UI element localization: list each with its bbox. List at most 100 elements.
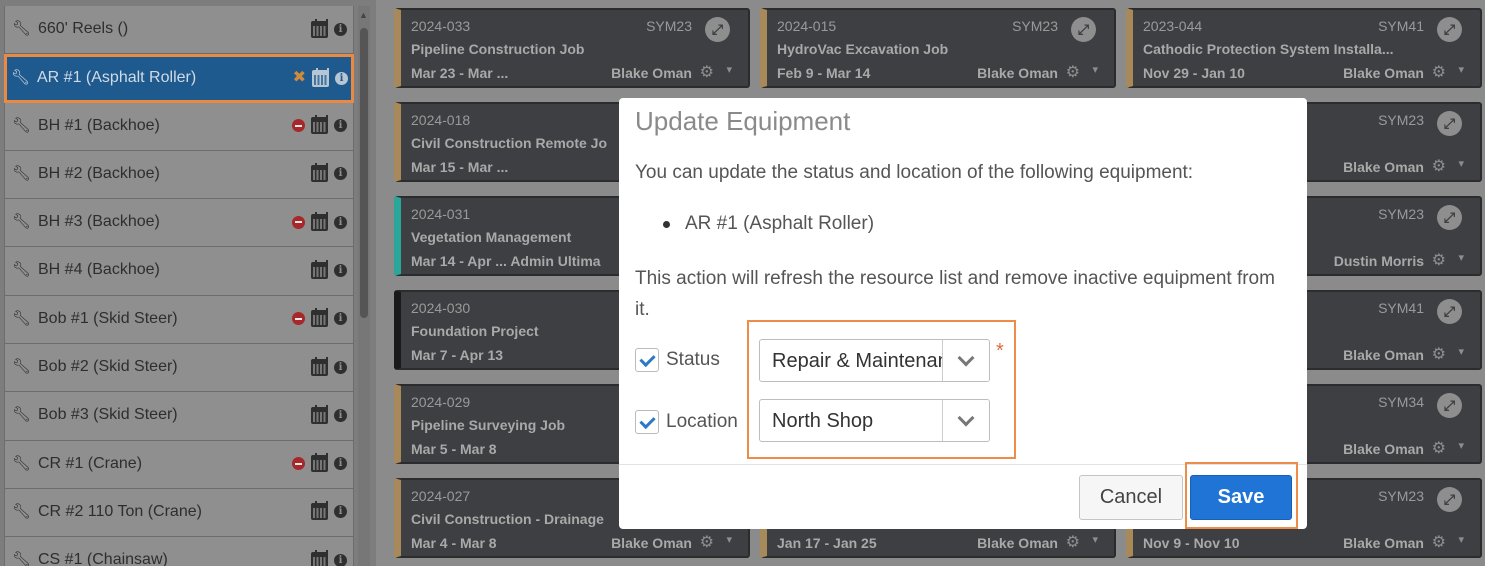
calendar-icon[interactable] xyxy=(311,308,328,328)
chevron-down-icon[interactable]: ▾ xyxy=(1458,251,1464,264)
resource-item[interactable]: 🔧︎ BH #4 (Backhoe) i xyxy=(4,247,354,296)
resource-item[interactable]: 🔧︎ CR #2 110 Ton (Crane) i xyxy=(4,488,354,538)
resource-item[interactable]: 🔧︎ BH #1 (Backhoe) i xyxy=(4,102,354,151)
info-icon[interactable]: i xyxy=(334,360,347,374)
calendar-icon[interactable] xyxy=(312,67,329,87)
chevron-down-icon[interactable] xyxy=(942,400,989,441)
gear-icon[interactable]: ⚙ xyxy=(1066,62,1080,82)
resource-actions: i xyxy=(311,549,347,566)
job-symbol: SYM34 xyxy=(1378,394,1424,410)
info-icon[interactable]: i xyxy=(334,167,347,181)
gear-icon[interactable]: ⚙ xyxy=(1432,438,1446,458)
chevron-down-icon[interactable]: ▾ xyxy=(1092,63,1098,76)
dialog-description: You can update the status and location o… xyxy=(635,162,1194,183)
resource-actions: i xyxy=(311,163,347,183)
info-icon[interactable]: i xyxy=(334,119,347,133)
job-symbol: SYM41 xyxy=(1378,18,1424,34)
chevron-down-icon[interactable]: ▾ xyxy=(1458,345,1464,358)
save-button[interactable]: Save xyxy=(1190,475,1292,520)
equipment-name: AR #1 (Asphalt Roller) xyxy=(685,213,875,234)
resource-item[interactable]: 🔧︎ Bob #2 (Skid Steer) i xyxy=(4,344,354,393)
info-icon[interactable]: i xyxy=(334,457,347,471)
resource-item[interactable]: 🔧︎ BH #3 (Backhoe) i xyxy=(4,199,354,248)
expand-icon[interactable]: ⤢ xyxy=(705,17,730,42)
gear-icon[interactable]: ⚙ xyxy=(700,62,714,82)
calendar-icon[interactable] xyxy=(311,115,328,135)
gear-icon[interactable]: ⚙ xyxy=(1432,156,1446,176)
expand-icon[interactable]: ⤢ xyxy=(1437,299,1462,324)
info-icon[interactable]: i xyxy=(334,408,347,422)
job-dates: Nov 29 - Jan 10 xyxy=(1143,65,1245,81)
calendar-icon[interactable] xyxy=(311,501,328,521)
dialog-footer: Cancel Save xyxy=(619,462,1307,529)
wrench-icon: 🔧︎ xyxy=(12,164,32,182)
job-title: HydroVac Excavation Job xyxy=(777,41,949,57)
expand-icon[interactable]: ⤢ xyxy=(1437,111,1462,136)
chevron-down-icon[interactable]: ▾ xyxy=(726,533,732,546)
scrollbar-thumb[interactable] xyxy=(360,28,368,318)
gear-icon[interactable]: ⚙ xyxy=(1432,62,1446,82)
resource-item[interactable]: 🔧︎ BH #2 (Backhoe) i xyxy=(4,150,354,200)
job-dates: Mar 7 - Apr 13 xyxy=(411,347,504,363)
job-card[interactable]: 2024-015 SYM23 HydroVac Excavation Job Feb … xyxy=(760,8,1116,88)
job-owner: Blake Oman xyxy=(1343,347,1424,363)
resource-list-scrollbar[interactable]: ▲ xyxy=(358,6,370,566)
info-icon[interactable]: i xyxy=(335,71,348,85)
expand-icon[interactable]: ⤢ xyxy=(1437,17,1462,42)
cancel-button[interactable]: Cancel xyxy=(1079,475,1183,520)
calendar-icon[interactable] xyxy=(311,549,328,566)
expand-icon[interactable]: ⤢ xyxy=(1071,17,1096,42)
gear-icon[interactable]: ⚙ xyxy=(1432,532,1446,552)
gear-icon[interactable]: ⚙ xyxy=(1432,250,1446,270)
expand-icon[interactable]: ⤢ xyxy=(1437,393,1462,418)
calendar-icon[interactable] xyxy=(311,259,328,279)
chevron-down-icon[interactable]: ▾ xyxy=(1458,157,1464,170)
gear-icon[interactable]: ⚙ xyxy=(1432,344,1446,364)
chevron-down-icon[interactable]: ▾ xyxy=(1092,533,1098,546)
resource-name: CS #1 (Chainsaw) xyxy=(38,551,168,566)
expand-icon[interactable]: ⤢ xyxy=(1437,487,1462,512)
gear-icon[interactable]: ⚙ xyxy=(700,532,714,552)
info-icon[interactable]: i xyxy=(334,22,347,36)
blocked-icon xyxy=(292,119,305,133)
job-dates: Mar 4 - Mar 8 xyxy=(411,535,497,551)
location-checkbox[interactable] xyxy=(635,410,659,434)
calendar-icon[interactable] xyxy=(311,163,328,183)
chevron-down-icon[interactable]: ▾ xyxy=(1458,533,1464,546)
calendar-icon[interactable] xyxy=(311,453,328,473)
resource-name: BH #4 (Backhoe) xyxy=(38,261,160,279)
location-select[interactable]: North Shop xyxy=(759,399,990,442)
resource-item[interactable]: 🔧︎ AR #1 (Asphalt Roller) ✖ i xyxy=(4,54,354,103)
chevron-down-icon[interactable]: ▾ xyxy=(726,63,732,76)
status-select[interactable]: Repair & Maintenance xyxy=(759,339,990,382)
expand-icon[interactable]: ⤢ xyxy=(1437,205,1462,230)
resource-item[interactable]: 🔧︎ Bob #3 (Skid Steer) i xyxy=(4,392,354,441)
equipment-list-item: AR #1 (Asphalt Roller) xyxy=(663,213,874,235)
info-icon[interactable]: i xyxy=(334,215,347,229)
chevron-down-icon[interactable] xyxy=(942,340,989,381)
scroll-up-arrow-icon[interactable]: ▲ xyxy=(359,10,368,20)
resource-item[interactable]: 🔧︎ Bob #1 (Skid Steer) i xyxy=(4,295,354,345)
info-icon[interactable]: i xyxy=(334,263,347,277)
resource-name: 660' Reels () xyxy=(38,20,129,37)
job-card[interactable]: 2024-033 SYM23 Pipeline Construction Job Ma… xyxy=(394,8,750,88)
tools-icon[interactable]: ✖ xyxy=(293,70,306,86)
resource-actions: i xyxy=(311,356,347,376)
resource-item[interactable]: 🔧︎ CR #1 (Crane) i xyxy=(4,440,354,489)
resource-item[interactable]: 🔧︎ CS #1 (Chainsaw) i xyxy=(4,537,354,566)
status-checkbox[interactable] xyxy=(635,348,659,372)
resource-item[interactable]: 🔧︎ 660' Reels () i xyxy=(4,6,354,55)
info-icon[interactable]: i xyxy=(334,312,347,326)
calendar-icon[interactable] xyxy=(311,356,328,376)
info-icon[interactable]: i xyxy=(334,505,347,519)
info-icon[interactable]: i xyxy=(334,553,347,566)
chevron-down-icon[interactable]: ▾ xyxy=(1458,63,1464,76)
job-number: 2024-018 xyxy=(411,112,471,128)
calendar-icon[interactable] xyxy=(311,18,328,38)
job-card[interactable]: 2023-044 SYM41 Cathodic Protection System … xyxy=(1126,8,1482,88)
chevron-down-icon[interactable]: ▾ xyxy=(1458,439,1464,452)
gear-icon[interactable]: ⚙ xyxy=(1066,532,1080,552)
calendar-icon[interactable] xyxy=(311,404,328,424)
location-select-value: North Shop xyxy=(772,410,874,432)
calendar-icon[interactable] xyxy=(311,211,328,231)
